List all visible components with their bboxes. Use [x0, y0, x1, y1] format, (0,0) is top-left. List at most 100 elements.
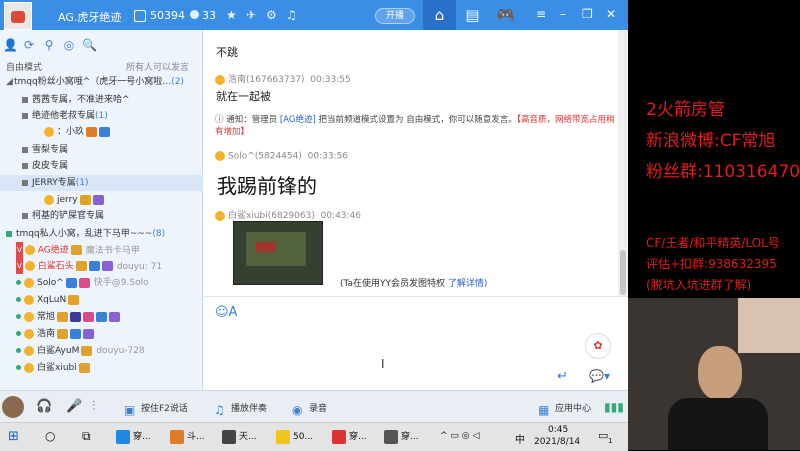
chat-message-text-large: 我踢前锋的: [217, 174, 317, 198]
send-icon[interactable]: ↵: [557, 369, 568, 384]
pin-icon[interactable]: ◎: [62, 38, 76, 52]
search-icon[interactable]: 🔍: [82, 38, 97, 52]
channel-avatar[interactable]: [4, 2, 32, 30]
channel-id-icon: [134, 10, 146, 22]
user-row[interactable]: 浩南: [0, 326, 212, 342]
user-level-icon: [24, 245, 35, 255]
restore-icon[interactable]: ❐: [582, 7, 593, 21]
user-avatar[interactable]: [2, 396, 24, 418]
mode-label: 自由模式: [6, 63, 43, 73]
badge-icon: [70, 245, 82, 255]
record-button[interactable]: ◉ 录音: [292, 401, 327, 417]
equalizer-icon[interactable]: ⫶: [92, 399, 95, 414]
taskbar-app[interactable]: 穿...: [332, 427, 367, 447]
taskbar-app[interactable]: 斗...: [170, 427, 205, 447]
record-icon: ◉: [292, 402, 303, 417]
taskbar-app[interactable]: 穿...: [116, 427, 151, 447]
users-icon: [190, 10, 199, 19]
channel-square-icon: [22, 96, 28, 103]
badge-icon: [88, 261, 100, 271]
system-notice: ⓘ 通知：管理员 [AG绝迹] 把当前频道模式设置为 自由模式，你可以随意发言。…: [215, 115, 615, 137]
badge-icon: [70, 328, 82, 339]
streamer-body: [668, 398, 768, 450]
webcam-feed: [628, 298, 800, 450]
chat-options-icon[interactable]: 💬▾: [589, 369, 610, 383]
online-dot-icon: [16, 331, 21, 336]
home-tab-icon[interactable]: ⌂: [423, 0, 456, 30]
mode-hint: 所有人可以发言: [126, 63, 190, 73]
online-dot-icon: [16, 348, 21, 353]
chat-message-header: Solo^(5824454) 00:33:56: [215, 151, 348, 162]
badge-icon: [81, 345, 93, 356]
clock-date[interactable]: 2021/8/14: [534, 437, 580, 447]
wall-poster: [738, 298, 800, 353]
panel-tab-icon[interactable]: ▤: [456, 0, 489, 30]
plane-icon[interactable]: ✈: [246, 8, 256, 22]
star-icon[interactable]: ★: [226, 8, 237, 22]
channel-row[interactable]: tmqq私人小窝，乱进下马甲~~~(8): [0, 226, 202, 242]
badge-icon: [70, 311, 82, 322]
taskbar-app[interactable]: 50...: [276, 427, 313, 447]
menu-icon[interactable]: ≡: [536, 7, 546, 21]
gift-flower-icon[interactable]: ✿: [585, 333, 611, 359]
title-bar: AG.虎牙绝迹 50394 33 ★ ✈ ⚙ ♫ 开播 ⌂ ▤ 🎮 ≡ – ❐ …: [0, 0, 628, 30]
chat-scrollbar-thumb[interactable]: [620, 250, 626, 295]
online-dot-icon: [16, 314, 21, 319]
badge-icon: [78, 362, 90, 373]
badge-icon: [109, 311, 121, 322]
chat-message-text: 不跳: [216, 46, 238, 59]
bell-icon[interactable]: ♫: [286, 8, 297, 22]
subchannel-row[interactable]: 茜茜专属，不准进来哈^: [0, 92, 218, 108]
subchannel-row[interactable]: 雪梨专属: [0, 142, 218, 158]
search-circle-icon[interactable]: ○: [45, 429, 55, 443]
subchannel-row-selected[interactable]: JERRY专属(1): [0, 175, 218, 191]
channel-row[interactable]: ◢tmqq粉丝小窝哦^（虎牙一号小窝啦…(2): [0, 74, 202, 90]
user-row[interactable]: 白鲨AyuM douyu-728: [0, 343, 212, 359]
play-music-button[interactable]: ♫ 播放伴奏: [214, 401, 267, 417]
open-live-button[interactable]: 开播: [375, 8, 415, 24]
tray-icons[interactable]: ^ ▭ ◎ ◁: [440, 431, 479, 441]
user-row[interactable]: Solo^ 快手@9.Solo: [0, 275, 212, 291]
taskbar-app[interactable]: 天...: [222, 427, 257, 447]
chat-image-thumbnail[interactable]: [233, 221, 323, 285]
push-to-talk-button[interactable]: ▣ 按住F2说话: [124, 401, 188, 417]
windows-taskbar: ⊞ ○ ⧉ 穿... 斗... 天... 50... 穿... 穿... ^ ▭…: [0, 422, 628, 451]
clock-time[interactable]: 0:45: [548, 425, 568, 435]
user-row[interactable]: XqLuN: [0, 292, 212, 308]
info-icon: ⓘ: [215, 115, 227, 125]
badge-icon: [83, 328, 95, 339]
task-view-icon[interactable]: ⧉: [82, 429, 91, 444]
refresh-icon[interactable]: ⟳: [22, 38, 36, 52]
music-icon: ♫: [214, 402, 225, 417]
learn-more-link[interactable]: 了解详情): [448, 279, 488, 289]
user-row[interactable]: 常旭: [0, 309, 212, 325]
windows-start-icon[interactable]: ⊞: [8, 429, 19, 444]
app-icon: [116, 429, 130, 444]
close-icon[interactable]: ✕: [606, 7, 616, 21]
user-row[interactable]: 白鲨xiubi: [0, 360, 212, 376]
user-row[interactable]: V 白鲨石头 douyu: 71: [0, 258, 212, 274]
badge-icon: [83, 311, 95, 322]
user-row[interactable]: V AG绝迹 魔法书卡马甲: [0, 242, 212, 258]
locate-icon[interactable]: ⚲: [42, 38, 56, 52]
subchannel-row[interactable]: 皮皮专属: [0, 158, 218, 174]
app-grid-icon: ▦: [538, 402, 550, 417]
game-tab-icon[interactable]: 🎮: [489, 0, 522, 30]
message-input-area[interactable]: ☺A I ✿ ↵ 💬▾: [203, 296, 628, 391]
user-level-icon: [24, 294, 34, 305]
subchannel-row[interactable]: 绝迹他老叔专属(1): [0, 108, 218, 124]
app-center-button[interactable]: ▦ 应用中心: [538, 401, 591, 417]
headset-icon[interactable]: 🎧: [36, 399, 52, 414]
minimize-icon[interactable]: –: [560, 7, 566, 21]
taskbar-app[interactable]: 穿...: [384, 427, 419, 447]
input-language[interactable]: 中: [515, 431, 525, 446]
mic-icon[interactable]: 🎤: [66, 399, 82, 414]
badge-icon: [92, 194, 104, 205]
user-level-icon: [24, 261, 35, 271]
subchannel-row[interactable]: 柯基的铲屎官专属: [0, 208, 218, 224]
emoji-font-icon[interactable]: ☺A: [215, 305, 237, 320]
notification-icon[interactable]: ▭: [598, 429, 608, 442]
user-icon[interactable]: 👤: [3, 38, 18, 52]
app-icon: [332, 429, 346, 444]
gear-icon[interactable]: ⚙: [266, 8, 277, 22]
